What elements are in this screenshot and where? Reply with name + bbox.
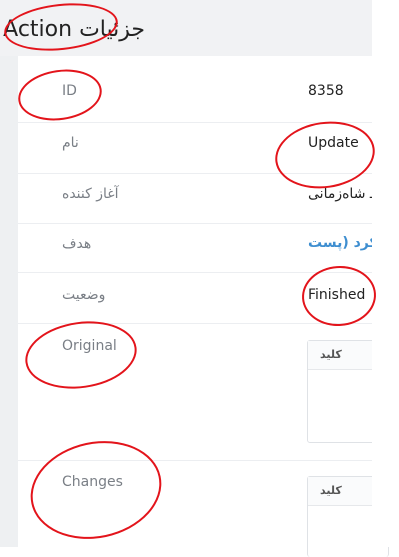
- field-value-target-link[interactable]: کرد (پست: [308, 235, 378, 251]
- field-label-name: نام: [62, 135, 79, 151]
- detail-row-target: هدف کرد (پست: [18, 223, 378, 273]
- right-edge-clip: [372, 0, 399, 547]
- field-value-id: 8358: [308, 83, 344, 99]
- field-label-target: هدف: [62, 236, 92, 252]
- left-gutter: [0, 56, 18, 547]
- field-label-initiator: آغاز کننده: [62, 186, 119, 202]
- field-label-status: وضعیت: [62, 287, 106, 303]
